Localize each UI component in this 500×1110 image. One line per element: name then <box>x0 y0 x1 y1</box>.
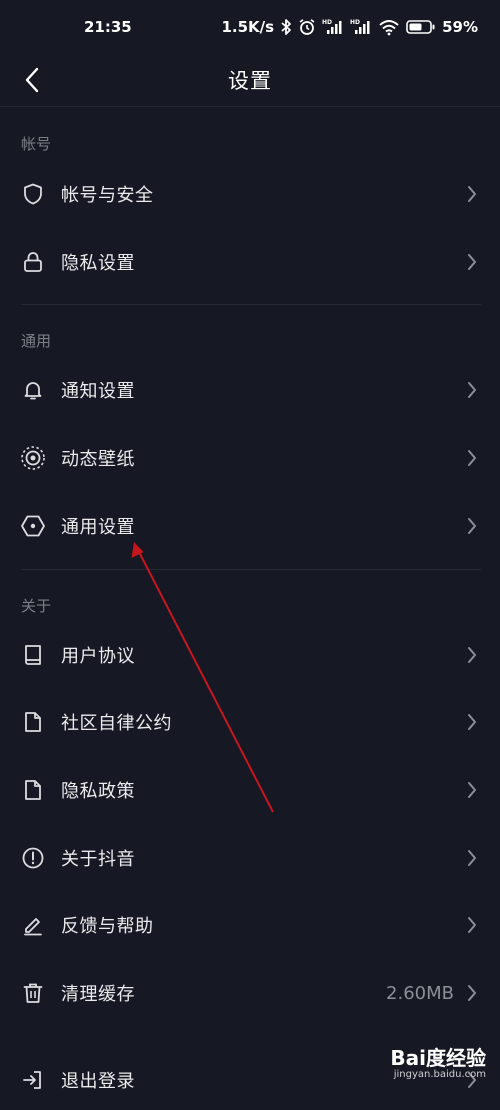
document-icon <box>20 709 46 735</box>
settings-item-label: 隐私政策 <box>61 781 135 802</box>
settings-item-privacy-settings[interactable]: 隐私设置 <box>0 232 500 292</box>
signal-hd-icon: HD <box>322 18 344 36</box>
back-arrow-icon <box>25 67 39 93</box>
chevron-right-icon <box>468 985 476 1001</box>
svg-text:HD: HD <box>322 19 332 26</box>
chevron-right-icon <box>468 254 476 270</box>
bell-icon <box>20 377 46 403</box>
settings-item-label: 反馈与帮助 <box>61 916 154 937</box>
status-time: 21:35 <box>84 18 132 36</box>
settings-item-user-agreement[interactable]: 用户协议 <box>0 625 500 685</box>
settings-item-label: 社区自律公约 <box>61 713 172 734</box>
settings-item-community-guidelines[interactable]: 社区自律公约 <box>0 692 500 752</box>
lock-icon <box>20 249 46 275</box>
watermark-url: jingyan.baidu.com <box>393 1069 486 1080</box>
settings-item-label: 通知设置 <box>61 381 135 402</box>
chevron-right-icon <box>468 714 476 730</box>
settings-item-general-settings[interactable]: 通用设置 <box>0 496 500 556</box>
bluetooth-icon <box>280 18 292 36</box>
cache-size-value: 2.60MB <box>386 982 454 1004</box>
settings-item-about-douyin[interactable]: 关于抖音 <box>0 828 500 888</box>
battery-percent: 59% <box>442 18 478 36</box>
watermark-logo: Bai度经验 <box>390 1046 486 1070</box>
settings-item-live-wallpaper[interactable]: 动态壁纸 <box>0 428 500 488</box>
document-icon <box>20 777 46 803</box>
section-header-general: 通用 <box>21 332 52 350</box>
watermark: Bai度经验 jingyan.baidu.com <box>390 1042 486 1080</box>
chevron-right-icon <box>468 518 476 534</box>
network-speed: 1.5K/s <box>221 18 275 36</box>
hexagon-settings-icon <box>20 513 46 539</box>
settings-item-privacy-policy[interactable]: 隐私政策 <box>0 760 500 820</box>
logout-icon <box>20 1067 46 1093</box>
pencil-icon <box>20 912 46 938</box>
settings-item-label: 隐私设置 <box>61 253 135 274</box>
info-icon <box>20 845 46 871</box>
chevron-right-icon <box>468 382 476 398</box>
trash-icon <box>20 980 46 1006</box>
settings-item-feedback-help[interactable]: 反馈与帮助 <box>0 895 500 955</box>
signal-hd-icon: HD <box>350 18 372 36</box>
section-divider <box>21 569 481 570</box>
back-button[interactable] <box>16 62 48 98</box>
battery-icon <box>406 19 436 35</box>
chevron-right-icon <box>468 917 476 933</box>
settings-item-clear-cache[interactable]: 清理缓存 2.60MB <box>0 963 500 1023</box>
settings-item-label: 退出登录 <box>61 1071 135 1092</box>
section-header-account: 帐号 <box>21 135 52 153</box>
settings-item-account-security[interactable]: 帐号与安全 <box>0 164 500 224</box>
live-wallpaper-icon <box>20 445 46 471</box>
svg-text:HD: HD <box>350 19 360 26</box>
settings-item-label: 用户协议 <box>61 646 135 667</box>
nav-bar: 设置 <box>0 54 500 107</box>
settings-item-label: 关于抖音 <box>61 849 135 870</box>
chevron-right-icon <box>468 450 476 466</box>
page-title: 设置 <box>228 69 272 93</box>
section-divider <box>21 304 481 305</box>
chevron-right-icon <box>468 850 476 866</box>
chevron-right-icon <box>468 647 476 663</box>
section-header-about: 关于 <box>21 597 52 615</box>
settings-item-label: 动态壁纸 <box>61 449 135 470</box>
book-icon <box>20 642 46 668</box>
settings-item-label: 通用设置 <box>61 517 135 538</box>
status-bar: 21:35 1.5K/s HD HD 59% <box>0 0 500 54</box>
settings-item-label: 清理缓存 <box>61 984 135 1005</box>
shield-icon <box>20 181 46 207</box>
settings-item-label: 帐号与安全 <box>61 185 154 206</box>
wifi-icon <box>378 18 400 36</box>
alarm-icon <box>298 18 316 36</box>
status-icons: 1.5K/s HD HD 59% <box>221 18 478 36</box>
chevron-right-icon <box>468 782 476 798</box>
settings-item-notifications[interactable]: 通知设置 <box>0 360 500 420</box>
chevron-right-icon <box>468 186 476 202</box>
